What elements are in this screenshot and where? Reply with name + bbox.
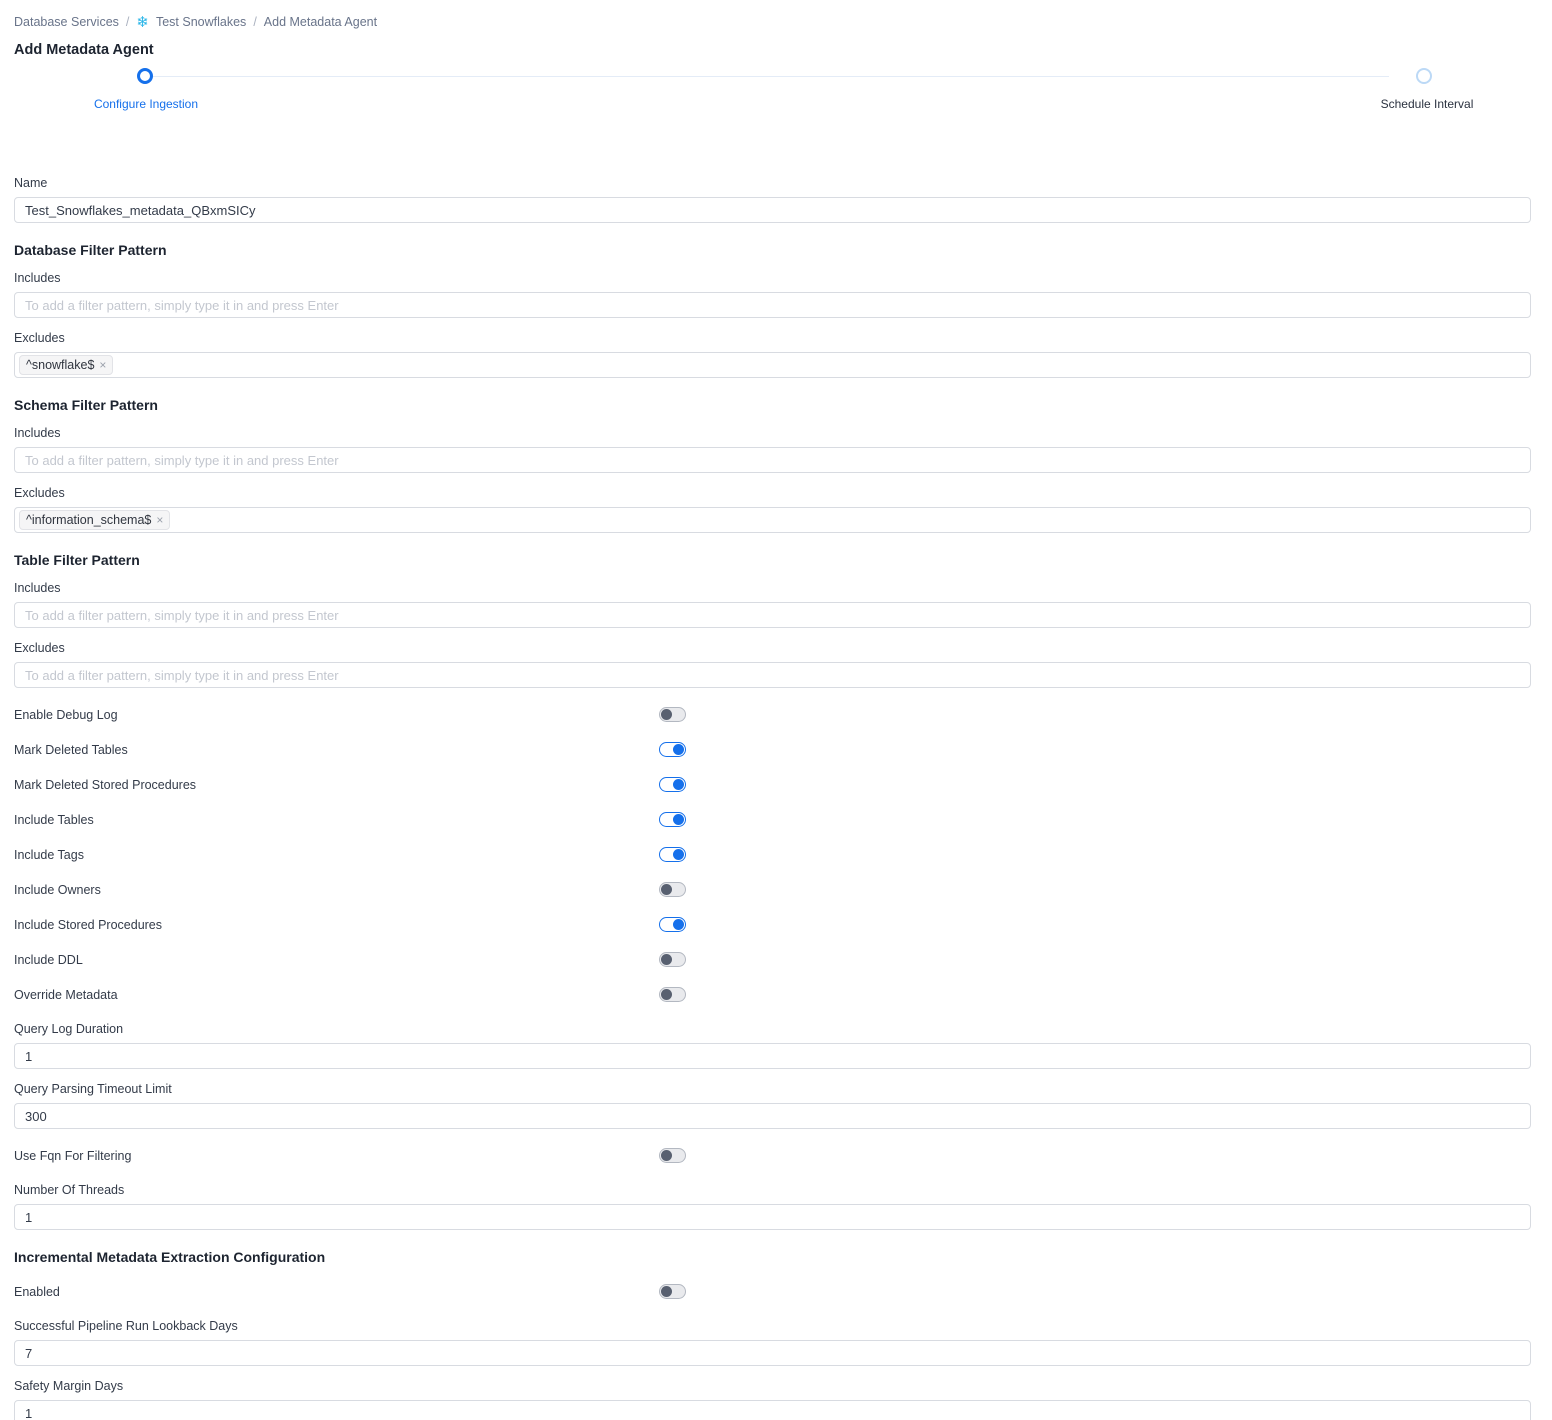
query-parsing-timeout-label: Query Parsing Timeout Limit bbox=[14, 1082, 172, 1096]
number-of-threads-input[interactable] bbox=[14, 1204, 1531, 1230]
use-fqn-for-filtering-row: Use Fqn For Filtering bbox=[14, 1148, 1531, 1164]
enable-debug-log-row: Enable Debug Log bbox=[14, 707, 1531, 723]
breadcrumb-separator: / bbox=[253, 14, 257, 29]
incremental-extraction-header: Incremental Metadata Extraction Configur… bbox=[14, 1249, 326, 1265]
ingestion-config-form: Name Database Filter Pattern Includes Ex… bbox=[14, 176, 1531, 1420]
step-configure-ingestion-label: Configure Ingestion bbox=[93, 97, 199, 111]
name-input[interactable] bbox=[14, 197, 1531, 223]
chip-remove-icon[interactable]: × bbox=[156, 514, 163, 526]
toggle-knob bbox=[673, 743, 684, 755]
include-ddl-row: Include DDL bbox=[14, 952, 1531, 968]
toggle-knob bbox=[673, 778, 684, 790]
include-ddl-label: Include DDL bbox=[14, 953, 83, 967]
page-title: Add Metadata Agent bbox=[14, 42, 154, 58]
safety-margin-days-label: Safety Margin Days bbox=[14, 1379, 124, 1393]
schema-includes-input[interactable] bbox=[14, 447, 1531, 473]
number-of-threads-label: Number Of Threads bbox=[14, 1183, 125, 1197]
toggle-knob bbox=[673, 918, 684, 930]
table-excludes-label: Excludes bbox=[14, 641, 65, 655]
use-fqn-for-filtering-toggle[interactable] bbox=[659, 1148, 686, 1163]
breadcrumb: Database Services / ❄ Test Snowflakes / … bbox=[14, 14, 1531, 31]
toggle-knob bbox=[673, 848, 684, 860]
include-owners-toggle[interactable] bbox=[659, 882, 686, 897]
snowflake-icon: ❄ bbox=[136, 14, 149, 31]
include-stored-procedures-row: Include Stored Procedures bbox=[14, 917, 1531, 933]
table-excludes-input[interactable] bbox=[14, 662, 1531, 688]
safety-margin-days-input[interactable] bbox=[14, 1400, 1531, 1420]
mark-deleted-stored-procedures-toggle[interactable] bbox=[659, 777, 686, 792]
step-schedule-interval-dot[interactable] bbox=[1416, 68, 1432, 84]
table-filter-pattern-header: Table Filter Pattern bbox=[14, 552, 140, 568]
toggle-knob bbox=[661, 1150, 672, 1161]
toggle-knob bbox=[661, 1286, 672, 1297]
include-tables-label: Include Tables bbox=[14, 813, 94, 827]
incremental-enabled-row: Enabled bbox=[14, 1284, 1531, 1300]
enable-debug-log-label: Enable Debug Log bbox=[14, 708, 118, 722]
include-owners-row: Include Owners bbox=[14, 882, 1531, 898]
include-tags-row: Include Tags bbox=[14, 847, 1531, 863]
filter-chip: ^snowflake$ × bbox=[19, 355, 114, 375]
include-tags-toggle[interactable] bbox=[659, 847, 686, 862]
table-includes-label: Includes bbox=[14, 581, 61, 595]
mark-deleted-stored-procedures-label: Mark Deleted Stored Procedures bbox=[14, 778, 197, 792]
schema-filter-pattern-header: Schema Filter Pattern bbox=[14, 397, 158, 413]
schema-includes-label: Includes bbox=[14, 426, 61, 440]
stepper: Configure Ingestion Schedule Interval bbox=[14, 68, 1531, 114]
include-stored-procedures-label: Include Stored Procedures bbox=[14, 918, 163, 932]
add-metadata-agent-page: Database Services / ❄ Test Snowflakes / … bbox=[0, 0, 1552, 1420]
chip-remove-icon[interactable]: × bbox=[99, 359, 106, 371]
include-ddl-toggle[interactable] bbox=[659, 952, 686, 967]
toggle-knob bbox=[661, 989, 672, 1000]
include-tables-toggle[interactable] bbox=[659, 812, 686, 827]
breadcrumb-service-name[interactable]: Test Snowflakes bbox=[156, 15, 246, 29]
db-excludes-input[interactable]: ^snowflake$ × bbox=[14, 352, 1531, 378]
override-metadata-toggle[interactable] bbox=[659, 987, 686, 1002]
use-fqn-for-filtering-label: Use Fqn For Filtering bbox=[14, 1149, 132, 1163]
toggle-knob bbox=[661, 709, 672, 720]
database-filter-pattern-header: Database Filter Pattern bbox=[14, 242, 167, 258]
include-owners-label: Include Owners bbox=[14, 883, 101, 897]
toggle-knob bbox=[673, 813, 684, 825]
schema-excludes-label: Excludes bbox=[14, 486, 65, 500]
include-tables-row: Include Tables bbox=[14, 812, 1531, 828]
step-schedule-interval-label: Schedule Interval bbox=[1380, 97, 1474, 111]
include-stored-procedures-toggle[interactable] bbox=[659, 917, 686, 932]
lookback-days-input[interactable] bbox=[14, 1340, 1531, 1366]
table-includes-input[interactable] bbox=[14, 602, 1531, 628]
include-tags-label: Include Tags bbox=[14, 848, 84, 862]
mark-deleted-stored-procedures-row: Mark Deleted Stored Procedures bbox=[14, 777, 1531, 793]
lookback-days-label: Successful Pipeline Run Lookback Days bbox=[14, 1319, 238, 1333]
schema-excludes-input[interactable]: ^information_schema$ × bbox=[14, 507, 1531, 533]
db-excludes-label: Excludes bbox=[14, 331, 65, 345]
incremental-enabled-label: Enabled bbox=[14, 1285, 60, 1299]
name-field-label: Name bbox=[14, 176, 48, 190]
breadcrumb-current-page: Add Metadata Agent bbox=[263, 14, 378, 29]
override-metadata-row: Override Metadata bbox=[14, 987, 1531, 1003]
incremental-enabled-toggle[interactable] bbox=[659, 1284, 686, 1299]
toggle-knob bbox=[661, 884, 672, 895]
query-log-duration-label: Query Log Duration bbox=[14, 1022, 124, 1036]
toggle-knob bbox=[661, 954, 672, 965]
breadcrumb-separator: / bbox=[125, 14, 130, 29]
breadcrumb-database-services[interactable]: Database Services bbox=[14, 15, 119, 29]
query-parsing-timeout-input[interactable] bbox=[14, 1103, 1531, 1129]
filter-chip: ^information_schema$ × bbox=[19, 510, 171, 530]
mark-deleted-tables-label: Mark Deleted Tables bbox=[14, 743, 128, 757]
chip-text: ^snowflake$ bbox=[26, 358, 95, 372]
chip-text: ^information_schema$ bbox=[26, 513, 152, 527]
enable-debug-log-toggle[interactable] bbox=[659, 707, 686, 722]
db-includes-input[interactable] bbox=[14, 292, 1531, 318]
db-includes-label: Includes bbox=[14, 271, 61, 285]
stepper-connector-line bbox=[145, 75, 1389, 77]
mark-deleted-tables-toggle[interactable] bbox=[659, 742, 686, 757]
query-log-duration-input[interactable] bbox=[14, 1043, 1531, 1069]
override-metadata-label: Override Metadata bbox=[14, 988, 118, 1002]
mark-deleted-tables-row: Mark Deleted Tables bbox=[14, 742, 1531, 758]
step-configure-ingestion-dot[interactable] bbox=[137, 68, 153, 84]
